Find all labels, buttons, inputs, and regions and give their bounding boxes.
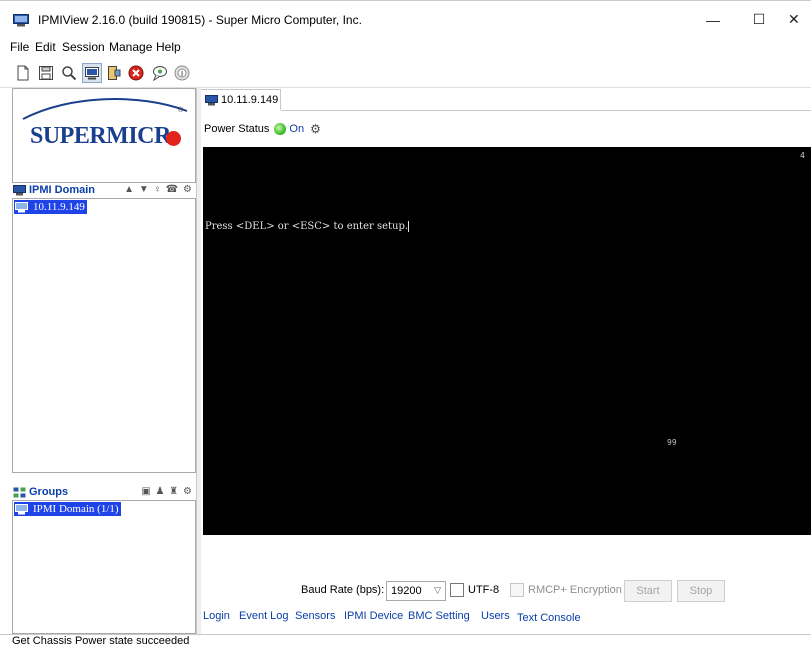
monitor-icon[interactable] (82, 63, 102, 83)
host-icon (15, 201, 28, 212)
text-console-screen[interactable]: 4 Press <DEL> or <ESC> to enter setup. 9… (203, 147, 811, 535)
ipmi-domain-header: IPMI Domain ▲ ▼ ♀ ☎ ⚙ (12, 184, 196, 197)
refresh-icon[interactable]: ⚙ (310, 122, 321, 136)
baud-rate-label: Baud Rate (bps): (301, 584, 385, 596)
menu-session[interactable]: Session (62, 40, 105, 54)
session-tab[interactable]: 10.11.9.149 (201, 89, 281, 110)
tab-ipmi-device[interactable]: IPMI Device (344, 610, 403, 622)
groups-tools-icon[interactable]: ▣ ♟ ♜ ⚙ (141, 486, 193, 497)
groups-header: Groups ▣ ♟ ♜ ⚙ (12, 486, 196, 499)
app-icon (13, 14, 29, 27)
session-tab-label: 10.11.9.149 (221, 94, 279, 106)
host-tab-icon (205, 94, 218, 105)
baud-rate-select[interactable]: 19200 ▽ (386, 581, 446, 601)
console-text: Press <DEL> or <ESC> to enter setup. (205, 221, 409, 232)
menu-manage[interactable]: Manage (109, 40, 152, 54)
group-icon (15, 503, 28, 514)
tab-login[interactable]: Login (203, 610, 230, 622)
menu-bar: File Edit Session Manage Help (0, 37, 811, 58)
utf8-label: UTF-8 (468, 584, 500, 596)
rmcp-encryption-checkbox[interactable] (510, 583, 524, 597)
group-label: IPMI Domain (1/1) (33, 503, 119, 515)
stop-button[interactable]: Stop (677, 580, 725, 602)
post-code: 99 (667, 438, 677, 447)
power-state-value: On (289, 123, 305, 135)
utf8-checkbox[interactable] (450, 583, 464, 597)
menu-file[interactable]: File (10, 40, 29, 54)
status-bar: Get Chassis Power state succeeded (0, 634, 811, 647)
save-icon[interactable] (36, 63, 56, 83)
logo-swoosh (22, 98, 188, 120)
console-line: Press <DEL> or <ESC> to enter setup. (205, 221, 410, 232)
menu-edit[interactable]: Edit (35, 40, 56, 54)
start-button[interactable]: Start (624, 580, 672, 602)
power-led-icon (274, 123, 287, 135)
console-caret (408, 221, 410, 232)
host-label: 10.11.9.149 (33, 201, 85, 213)
minimize-button[interactable]: — (690, 1, 736, 38)
groups-tree: IPMI Domain (1/1) (12, 500, 196, 634)
tab-sensors[interactable]: Sensors (295, 610, 335, 622)
logo-red-dot (166, 131, 181, 146)
bottom-tab-bar: Login Event Log Sensors IPMI Device BMC … (201, 610, 811, 626)
close-button[interactable]: ✕ (782, 1, 811, 38)
power-status: Power Status On ⚙ (204, 121, 321, 137)
supermicro-logo: ® SUPERMICR (12, 88, 196, 183)
tree-item-host[interactable]: 10.11.9.149 (14, 200, 87, 214)
chat-icon[interactable] (150, 63, 170, 83)
tab-users[interactable]: Users (481, 610, 510, 622)
groups-icon (13, 487, 26, 498)
maximize-button[interactable]: ☐ (736, 1, 782, 38)
console-corner-marker: 4 (800, 151, 805, 160)
session-panel: 10.11.9.149 Power Status On ⚙ 4 Press <D… (201, 88, 811, 634)
tree-item-group[interactable]: IPMI Domain (1/1) (14, 502, 121, 516)
left-panel: ® SUPERMICR IPMI Domain ▲ ▼ ♀ ☎ ⚙ 10.11.… (12, 88, 196, 634)
rmcp-encryption-label: RMCP+ Encryption (528, 584, 622, 596)
ipmi-domain-tree: 10.11.9.149 (12, 198, 196, 473)
groups-title: Groups (29, 486, 69, 498)
window-title: IPMIView 2.16.0 (build 190815) - Super M… (38, 13, 362, 27)
chevron-down-icon: ▽ (434, 585, 441, 595)
logo-text: SUPERMICR (30, 123, 171, 149)
menu-help[interactable]: Help (156, 40, 181, 54)
logout-icon[interactable] (104, 63, 124, 83)
power-status-label: Power Status (204, 123, 270, 135)
stop-icon[interactable] (126, 63, 146, 83)
info-icon[interactable] (172, 63, 192, 83)
title-bar: IPMIView 2.16.0 (build 190815) - Super M… (0, 0, 811, 37)
console-controls: Baud Rate (bps): 19200 ▽ UTF-8 RMCP+ Enc… (201, 580, 811, 602)
toolbar (0, 58, 811, 88)
tab-bmc-setting[interactable]: BMC Setting (408, 610, 470, 622)
ipmi-domain-title: IPMI Domain (29, 184, 96, 196)
search-icon[interactable] (59, 63, 79, 83)
baud-rate-value: 19200 (391, 585, 422, 597)
domain-tools-icon[interactable]: ▲ ▼ ♀ ☎ ⚙ (124, 184, 193, 195)
tab-text-console[interactable]: Text Console (517, 612, 581, 624)
new-icon[interactable] (13, 63, 33, 83)
tab-divider (281, 110, 811, 111)
registered-mark: ® (178, 107, 184, 114)
status-message: Get Chassis Power state succeeded (12, 635, 190, 647)
domain-icon (13, 185, 26, 196)
tab-event-log[interactable]: Event Log (239, 610, 289, 622)
